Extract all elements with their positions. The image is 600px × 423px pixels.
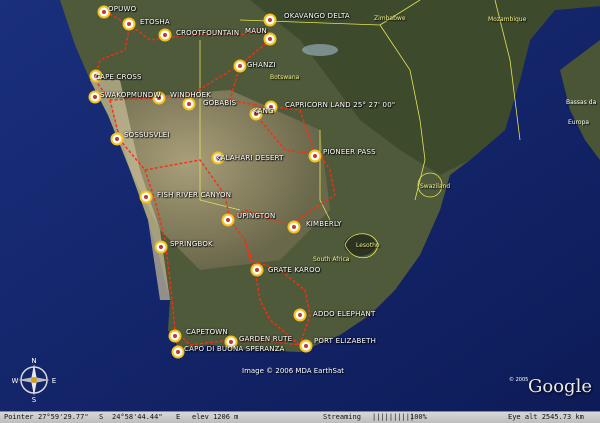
route-marker-sossusvlei[interactable] [110, 132, 124, 146]
country-label-botswana: Botswana [270, 74, 300, 81]
place-label-capebuona: CAPO DI BUONA SPERANZA [184, 345, 285, 353]
island-label-bassas: Bassas da [566, 99, 597, 106]
place-label-sossusvlei: SOSSUSVLEI [124, 131, 170, 139]
route-marker-crocfountain[interactable] [158, 28, 172, 42]
route-marker-fishriver[interactable] [139, 190, 153, 204]
streaming-progress-bar: |||||||||| [372, 413, 415, 421]
place-label-maun: MAUN [245, 27, 267, 35]
pointer-lat-hemisphere: S [99, 413, 104, 421]
place-label-gobabis: GOBABIS [203, 99, 237, 107]
place-label-upington: UPINGTON [237, 212, 276, 220]
pointer-latitude: 27°59'29.77" [38, 413, 89, 421]
country-label-zimbabwe: Zimbabwe [374, 15, 406, 22]
route-marker-maun[interactable] [263, 32, 277, 46]
place-label-windhoek: WINDHOEK [170, 91, 211, 99]
streaming-percent: 100% [410, 413, 427, 421]
route-marker-okavango[interactable] [263, 13, 277, 27]
route-marker-portelizabeth[interactable] [299, 339, 313, 353]
place-label-grandkaroo: GRATE KAROO [268, 266, 321, 274]
place-label-capricorn: CAPRICORN LAND 25° 27' 00" [285, 101, 396, 109]
streaming-label: Streaming [323, 413, 361, 421]
pointer-label: Pointer [4, 413, 34, 421]
place-label-kalahari: KALAHARI DESERT [216, 154, 284, 162]
island-label-europa: Europa [568, 119, 590, 126]
map-view[interactable]: OPUWO ETOSHA OKAVANGO DELTA CROOTFOUNTAI… [0, 0, 600, 411]
country-label-south-africa: South Africa [313, 256, 350, 263]
route-marker-springbok[interactable] [154, 240, 168, 254]
pointer-lon-hemisphere: E [176, 413, 181, 421]
route-marker-ghanzi[interactable] [233, 59, 247, 73]
imagery-credit: Image © 2006 MDA EarthSat [242, 367, 344, 375]
route-marker-addo[interactable] [293, 308, 307, 322]
route-marker-gobabis[interactable] [182, 97, 196, 111]
place-label-fishriver: FISH RIVER CANYON [157, 191, 232, 199]
route-marker-upington[interactable] [221, 213, 235, 227]
route-marker-capetown[interactable] [168, 329, 182, 343]
route-marker-pioneer[interactable] [308, 149, 322, 163]
place-label-swakopmund: SWAKOPMUNDW [100, 91, 161, 99]
place-label-kang: KANG [253, 107, 274, 115]
route-marker-capebuona[interactable] [171, 345, 185, 359]
place-label-ghanzi: GHANZI [247, 61, 276, 69]
compass-east: E [52, 377, 56, 385]
place-label-crocfountain: CROOTFOUNTAIN [176, 29, 240, 37]
route-markers [88, 5, 322, 359]
place-label-okavango: OKAVANGO DELTA [284, 12, 350, 20]
compass-south: S [32, 396, 37, 402]
route-marker-kimberly[interactable] [287, 220, 301, 234]
country-label-swaziland: Swaziland [420, 183, 451, 190]
compass-rose-icon[interactable]: N S E W [12, 357, 57, 404]
place-label-opuwo: OPUWO [108, 5, 137, 13]
pointer-elevation: elev 1206 m [192, 413, 239, 421]
compass-west: W [12, 377, 19, 385]
country-label-lesotho: Lesotho [356, 242, 380, 249]
pointer-longitude: 24°58'44.44" [112, 413, 163, 421]
copyright-notice: © 2005 [509, 377, 529, 383]
google-logo: Google [528, 376, 592, 397]
route-marker-etosha[interactable] [122, 17, 136, 31]
place-label-kimberly: KIMBERLY [306, 220, 342, 228]
place-label-addo: ADDO ELEPHANT [313, 310, 376, 318]
place-label-etosha: ETOSHA [140, 18, 170, 26]
place-label-pioneer: PIONEER PASS [323, 148, 376, 156]
place-label-gardenroute: GARDEN RUTE [239, 335, 293, 343]
route-marker-grandkaroo[interactable] [250, 263, 264, 277]
place-label-portelizabeth: PORT ELIZABETH [314, 337, 377, 345]
place-label-capecross: CAPE CROSS [95, 73, 142, 81]
country-label-mozambique: Mozambique [488, 16, 527, 23]
place-label-springbok: SPRINGBOK [170, 240, 213, 248]
eye-altitude: Eye alt 2545.73 km [508, 413, 584, 421]
place-label-capetown: CAPETOWN [186, 328, 228, 336]
status-bar: Pointer 27°59'29.77" S 24°58'44.44" E el… [0, 411, 600, 423]
route-marker-swakopmund[interactable] [88, 90, 102, 104]
compass-north: N [31, 358, 36, 365]
